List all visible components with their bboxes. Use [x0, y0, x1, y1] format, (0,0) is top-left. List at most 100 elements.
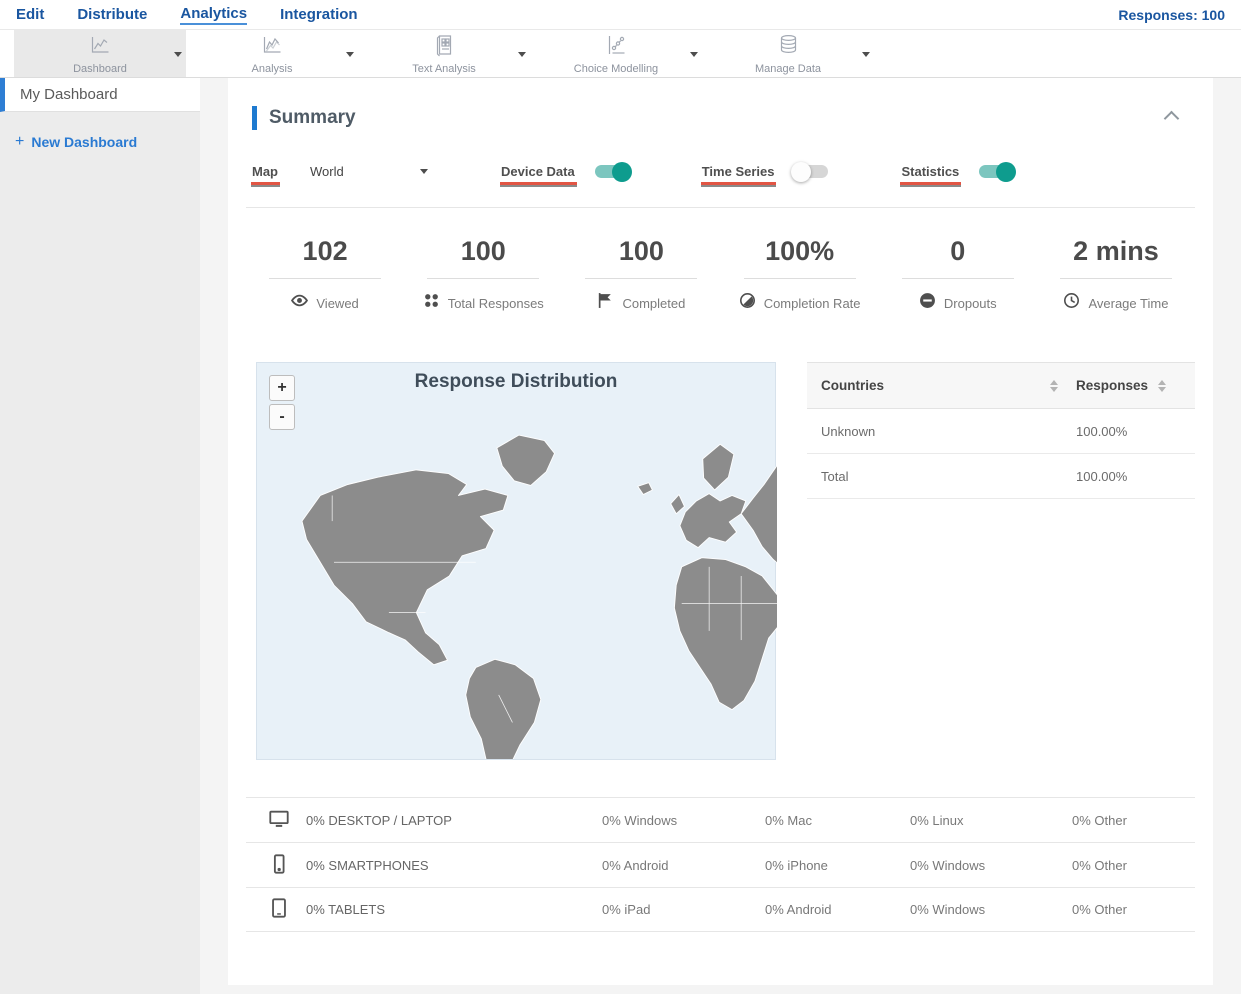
toolbar-item-label: Analysis	[251, 62, 293, 75]
map-region-select[interactable]: World	[310, 164, 428, 179]
os-cell: 0% Windows	[910, 857, 986, 873]
toolbar-item-choice-modelling[interactable]: Choice Modelling	[530, 30, 702, 77]
device-data-label: Device Data	[500, 164, 577, 187]
toolbar-item-text-analysis[interactable]: Text Analysis	[358, 30, 530, 77]
time-series-toggle[interactable]	[791, 161, 829, 182]
stat-completion-rate: 100% Completion Rate	[721, 236, 879, 314]
stat-value: 2 mins	[1073, 236, 1159, 266]
desktop-icon	[268, 808, 290, 833]
stat-total-responses: 100 Total Responses	[404, 236, 562, 314]
new-dashboard-label: New Dashboard	[31, 134, 138, 150]
divider	[269, 278, 382, 279]
chevron-down-icon[interactable]	[690, 52, 698, 57]
main-content: Summary Map World Device Data Time Serie…	[200, 78, 1241, 994]
countries-table-header: Countries Responses	[807, 362, 1195, 409]
summary-title: Summary	[269, 107, 356, 128]
chevron-down-icon[interactable]	[862, 52, 870, 57]
stat-dropouts: 0 Dropouts	[879, 236, 1037, 314]
stat-average-time: 2 mins Average Time	[1037, 236, 1195, 314]
nav-item-distribute[interactable]: Distribute	[77, 6, 147, 24]
toolbar-item-label: Choice Modelling	[573, 62, 659, 75]
stat-value: 100	[460, 236, 506, 266]
stat-label: Dropouts	[943, 295, 997, 311]
os-cell: 0% Windows	[602, 812, 678, 828]
chevron-down-icon[interactable]	[346, 52, 354, 57]
os-cell: 0% Linux	[910, 812, 964, 828]
sort-icon[interactable]	[1158, 379, 1167, 392]
responses-cell: 100.00%	[1076, 468, 1128, 484]
statistics-label: Statistics	[900, 164, 962, 187]
toolbar-item-label: Text Analysis	[412, 62, 476, 75]
toolbar-item-label: Dashboard	[73, 62, 127, 75]
os-cell: 0% Android	[765, 902, 832, 917]
chevron-down-icon	[420, 169, 428, 174]
responses-count: Responses: 100	[1118, 6, 1225, 23]
table-row: Total 100.00%	[807, 454, 1195, 499]
device-label: 0% DESKTOP / LAPTOP	[306, 812, 452, 828]
os-cell: 0% Windows	[910, 902, 986, 917]
device-label: 0% SMARTPHONES	[306, 857, 429, 873]
stats-row: 102 Viewed 100 Total Responses 100 Compl…	[246, 208, 1195, 324]
toolbar-item-dashboard[interactable]: Dashboard	[14, 30, 186, 77]
toggle-knob	[791, 161, 812, 182]
device-data-toggle[interactable]	[594, 161, 632, 182]
nav-item-edit[interactable]: Edit	[16, 6, 44, 24]
responses-column-label: Responses	[1076, 378, 1149, 393]
toolbar-item-label: Manage Data	[754, 62, 822, 75]
line-chart-icon	[260, 33, 285, 62]
statistics-toggle[interactable]	[979, 161, 1017, 182]
os-cell: 0% Other	[1072, 857, 1127, 873]
tablet-icon	[268, 897, 290, 922]
nav-item-analytics[interactable]: Analytics	[180, 5, 248, 25]
stat-viewed: 102 Viewed	[246, 236, 404, 314]
os-cell: 0% Other	[1072, 812, 1127, 828]
table-row-tablets: 0% TABLETS 0% iPad 0% Android 0% Windows…	[246, 887, 1195, 932]
sort-icon[interactable]	[1050, 379, 1058, 392]
toolbar-item-analysis[interactable]: Analysis	[186, 30, 358, 77]
divider	[1059, 278, 1172, 279]
stat-label: Completion Rate	[763, 295, 861, 311]
chevron-down-icon[interactable]	[174, 52, 182, 57]
line-chart-icon	[88, 33, 113, 62]
scatter-chart-icon	[604, 33, 629, 62]
summary-panel: Summary Map World Device Data Time Serie…	[228, 78, 1213, 985]
sidebar-item-my-dashboard[interactable]: My Dashboard	[0, 78, 200, 112]
document-grid-icon	[432, 33, 457, 62]
stat-label: Total Responses	[447, 295, 544, 311]
top-nav-bar: Edit Distribute Analytics Integration Re…	[0, 0, 1241, 30]
time-series-label: Time Series	[700, 164, 777, 187]
plus-icon: +	[15, 133, 25, 150]
chevron-down-icon[interactable]	[518, 52, 526, 57]
countries-table: Countries Responses Unknown 100.00% Tota…	[807, 362, 1195, 760]
divider	[585, 278, 698, 279]
new-dashboard-button[interactable]: + New Dashboard	[15, 133, 200, 151]
toggle-knob	[611, 161, 632, 182]
countries-column-label: Countries	[821, 378, 885, 393]
stat-label: Average Time	[1088, 295, 1169, 311]
map-section: Response Distribution + - Countries Resp…	[246, 362, 1195, 760]
table-row: Unknown 100.00%	[807, 409, 1195, 454]
time-series-control: Time Series	[700, 161, 829, 187]
statistics-control: Statistics	[900, 161, 1017, 187]
os-cell: 0% Mac	[765, 812, 812, 828]
minus-circle-icon	[919, 292, 936, 314]
responses-cell: 100.00%	[1076, 423, 1128, 439]
accent-bar	[252, 106, 257, 130]
smartphone-icon	[268, 853, 290, 878]
response-distribution-map[interactable]: Response Distribution + -	[256, 362, 777, 760]
sidebar-item-label: My Dashboard	[20, 86, 118, 103]
summary-header: Summary	[246, 78, 1195, 130]
dots-grid-icon	[423, 292, 440, 314]
stat-label: Viewed	[316, 295, 359, 311]
collapse-chevron-icon[interactable]	[1163, 110, 1180, 126]
stat-value: 102	[302, 236, 348, 266]
nav-item-integration[interactable]: Integration	[280, 6, 358, 24]
world-map[interactable]	[257, 393, 777, 759]
os-cell: 0% iPhone	[765, 857, 828, 873]
toolbar-item-manage-data[interactable]: Manage Data	[702, 30, 874, 77]
divider	[427, 278, 540, 279]
map-label: Map	[251, 164, 280, 187]
dashboard-sidebar: My Dashboard + New Dashboard	[0, 78, 200, 994]
device-data-control: Device Data	[500, 161, 632, 187]
os-cell: 0% Android	[602, 857, 669, 873]
